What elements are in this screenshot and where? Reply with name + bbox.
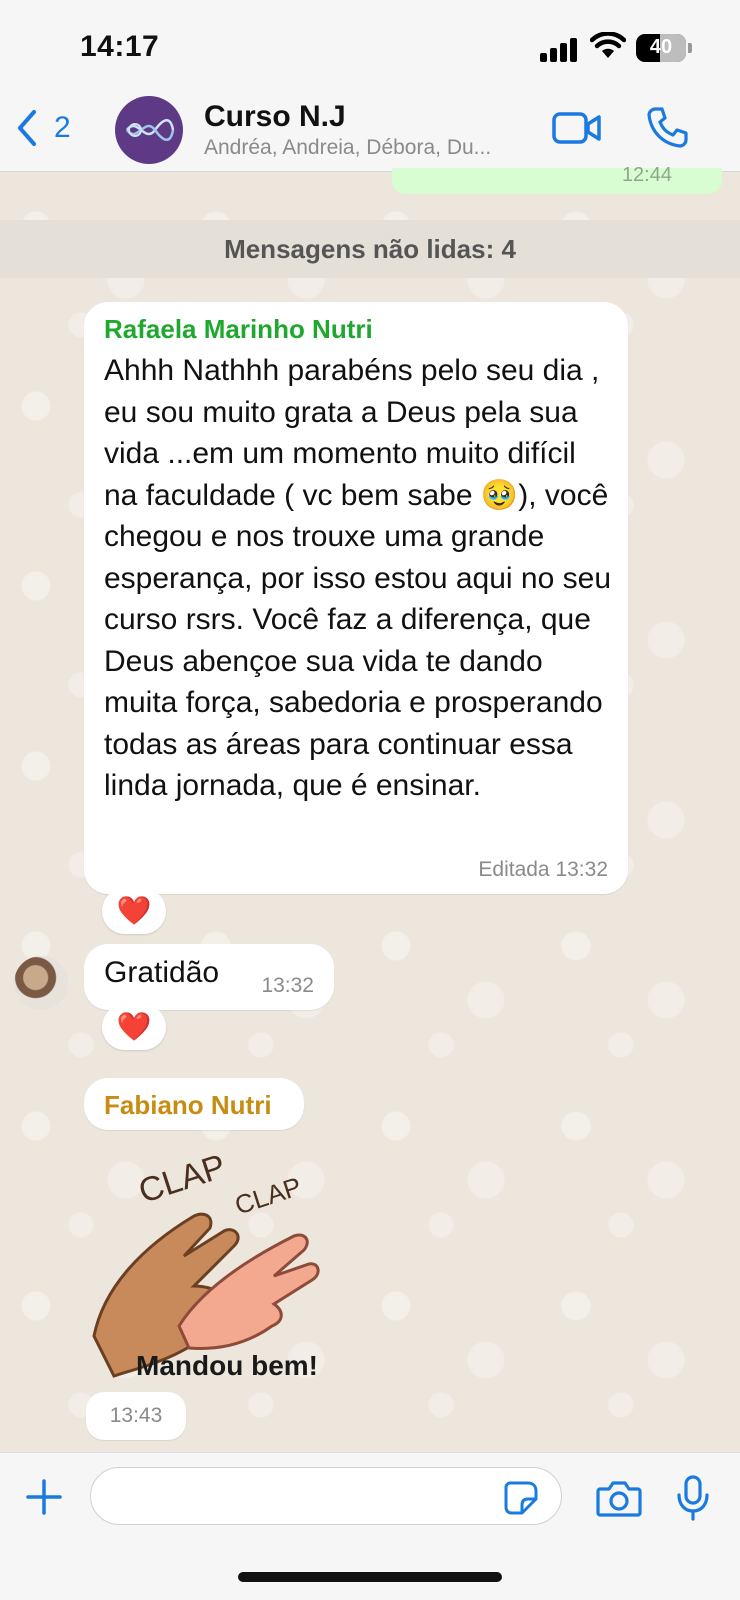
camera-icon[interactable] [596, 1479, 642, 1517]
message-text: Ahhh Nathhh parabéns pelo seu dia , eu s… [104, 354, 611, 802]
previous-outgoing-message[interactable]: 12:44 [392, 164, 722, 194]
wifi-icon [590, 32, 626, 58]
plus-icon[interactable] [24, 1477, 64, 1517]
message-text: Gratidão [104, 956, 220, 989]
sticker-icon[interactable] [504, 1481, 538, 1515]
status-bar: 14:17 40 [0, 0, 740, 90]
unread-chats-count: 2 [54, 111, 71, 144]
sticker-caption: Mandou bem! [136, 1350, 318, 1381]
video-call-icon[interactable] [552, 110, 602, 146]
group-title[interactable]: Curso N.J [204, 100, 346, 134]
svg-text:CLAP: CLAP [231, 1171, 305, 1221]
chat-header: 2 Curso N.J Andréa, Andreia, Débora, Du.… [0, 90, 740, 172]
microphone-icon[interactable] [676, 1475, 710, 1521]
message-meta: Editada 13:32 [478, 858, 608, 881]
back-button[interactable]: 2 [14, 108, 71, 148]
message-input[interactable] [90, 1467, 562, 1525]
sticker-time: 13:43 [86, 1392, 186, 1440]
message-bubble[interactable]: Gratidão 13:32 [84, 944, 334, 1010]
battery-icon: 40 [636, 34, 686, 62]
battery-level: 40 [649, 36, 673, 58]
status-time: 14:17 [80, 30, 160, 63]
message-bubble[interactable]: Rafaela Marinho Nutri Ahhh Nathhh parabé… [84, 302, 628, 894]
group-avatar[interactable] [115, 96, 183, 164]
clap-text-1: CLAP [134, 1147, 230, 1211]
sender-name[interactable]: Rafaela Marinho Nutri [104, 314, 373, 345]
sender-name[interactable]: Fabiano Nutri [104, 1090, 272, 1121]
phone-call-icon[interactable] [646, 106, 688, 148]
previous-message-time: 12:44 [621, 164, 672, 186]
avatar[interactable] [14, 956, 68, 1010]
unread-messages-banner: Mensagens não lidas: 4 [0, 220, 740, 278]
clap-text-2: CLAP [231, 1171, 305, 1221]
message-time: 13:32 [261, 974, 314, 997]
sender-header-bubble[interactable]: Fabiano Nutri [84, 1078, 304, 1130]
home-indicator [238, 1572, 502, 1582]
clapping-hands-sticker[interactable]: CLAP CLAP [84, 1136, 344, 1386]
cellular-signal-icon [540, 36, 578, 62]
chevron-left-icon [18, 110, 36, 146]
group-members[interactable]: Andréa, Andreia, Débora, Du... [204, 136, 534, 160]
reaction-heart[interactable]: ❤️ [102, 888, 166, 934]
dna-logo-icon [125, 119, 175, 141]
battery-tip [688, 43, 692, 53]
svg-text:CLAP: CLAP [134, 1147, 230, 1211]
reaction-heart[interactable]: ❤️ [102, 1004, 166, 1050]
